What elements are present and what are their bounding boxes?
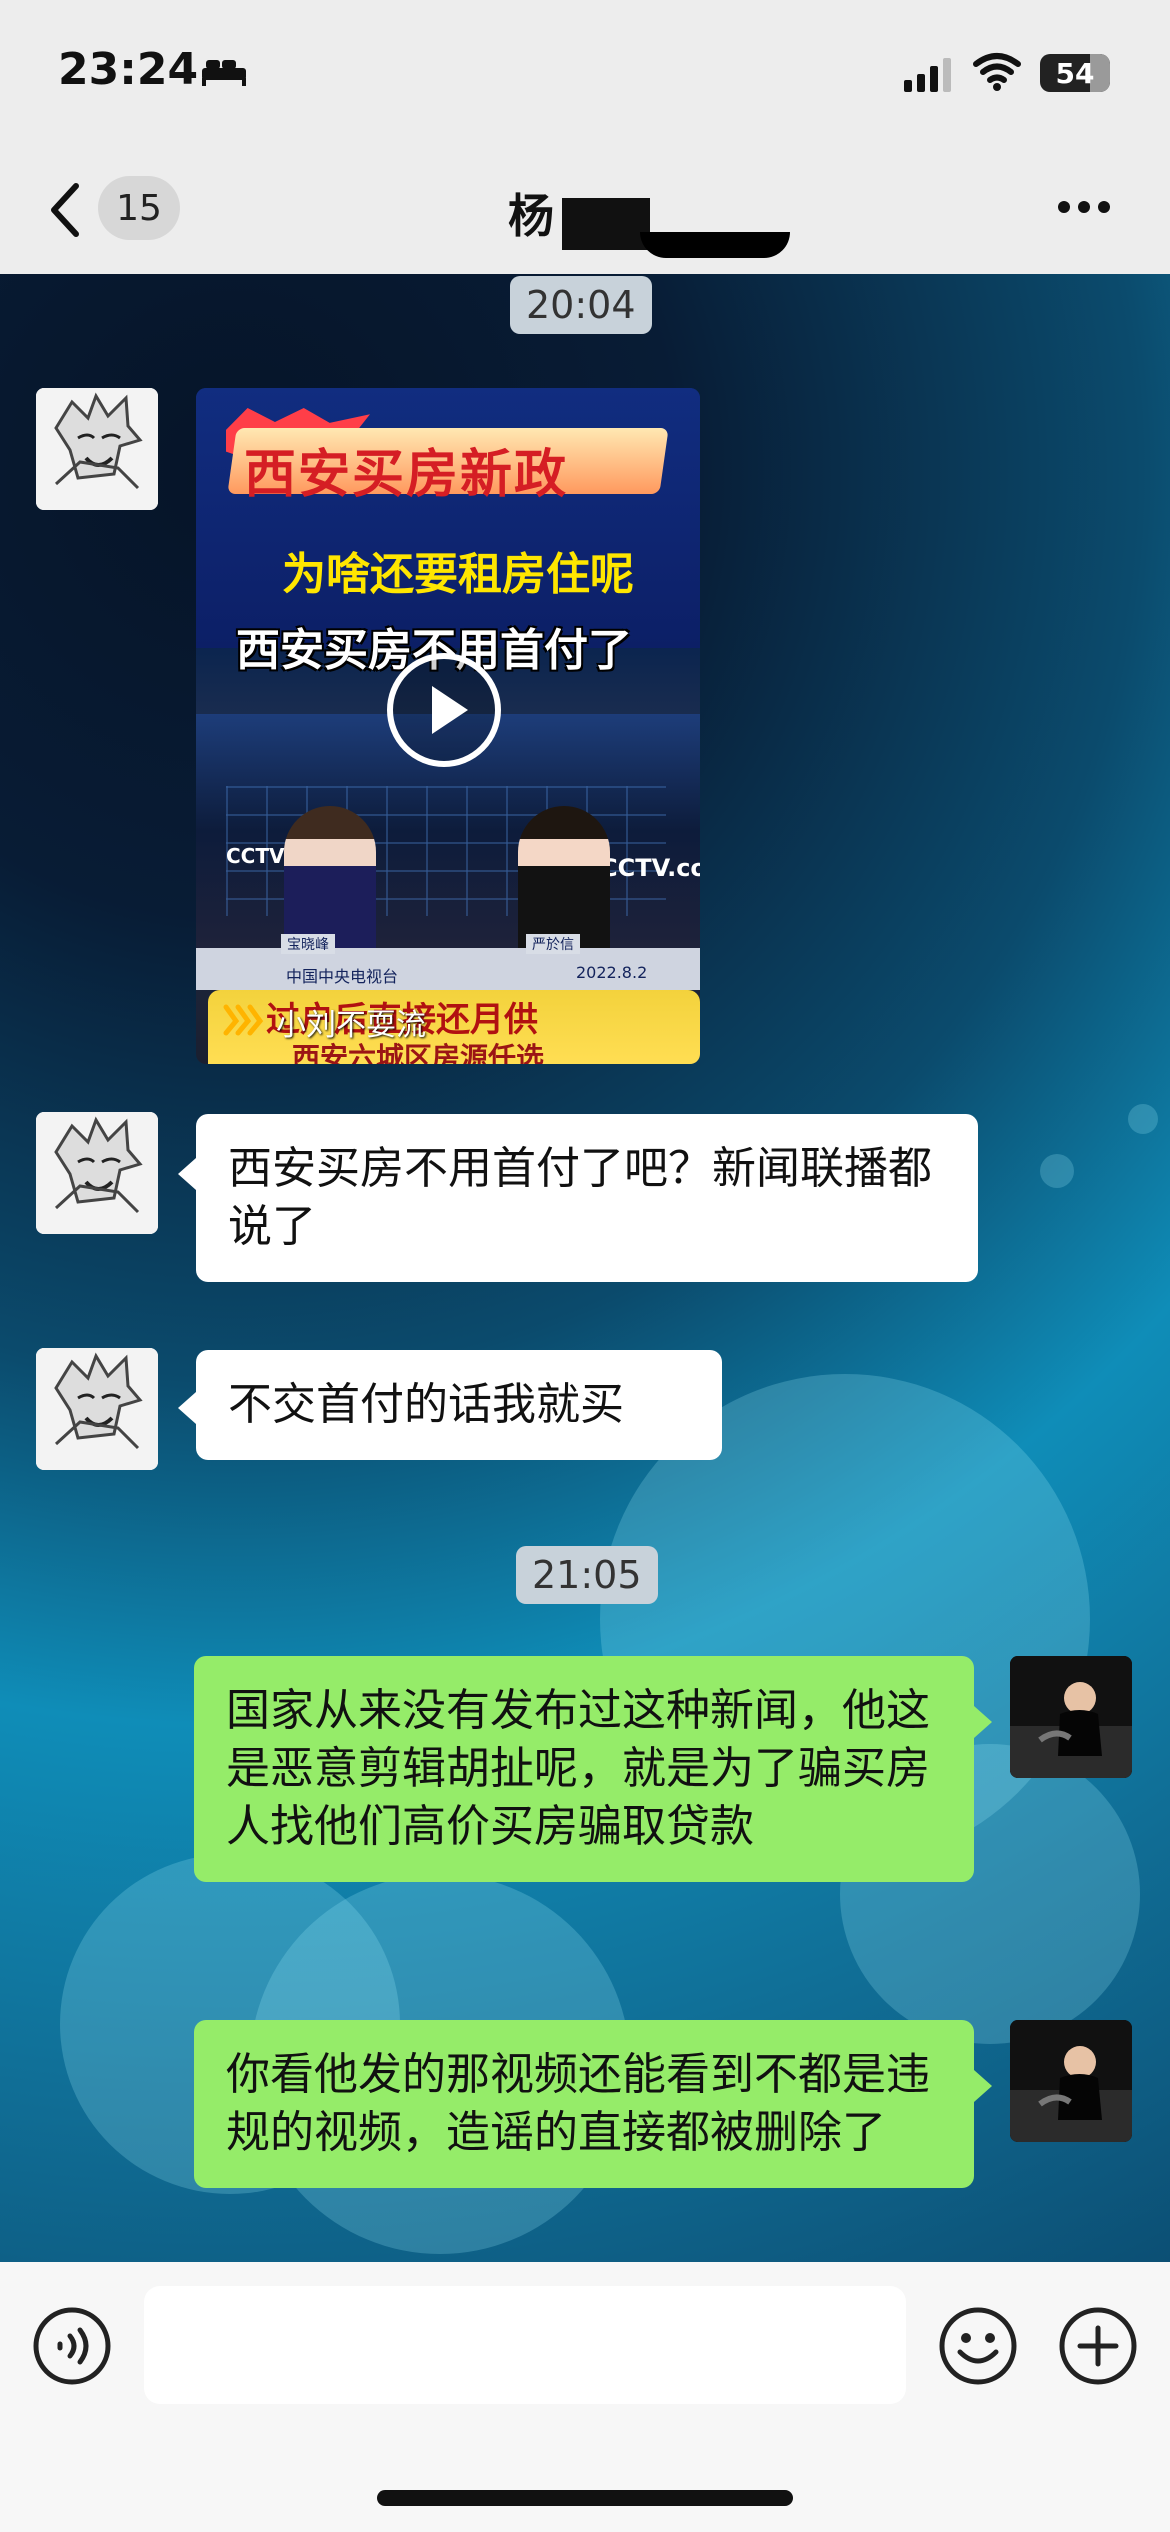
chat-area[interactable]: 20:04 西安买房新政 为啥还要租房住呢 西安买房不用首付了 CCTV 13 … <box>0 274 1170 2262</box>
unread-count-badge[interactable]: 15 <box>98 176 180 240</box>
person-avatar-icon <box>1010 1656 1132 1778</box>
avatar[interactable] <box>36 1348 158 1470</box>
bed-icon <box>202 60 246 86</box>
avatar[interactable] <box>36 388 158 510</box>
status-bar: 23:24 54 <box>0 0 1170 150</box>
video-title: 西安买房新政 <box>244 445 569 505</box>
timestamp: 20:04 <box>510 276 652 334</box>
chevron-left-icon[interactable] <box>46 180 86 240</box>
outgoing-message[interactable]: 国家从来没有发布过这种新闻，他这是恶意剪辑胡扯呢，就是为了骗买房人找他们高价买房… <box>194 1656 974 1882</box>
timestamp: 21:05 <box>516 1546 658 1604</box>
watermark-logo-icon <box>223 1004 264 1036</box>
more-icon[interactable] <box>1056 197 1112 217</box>
station-label: 中国中央电视台 <box>286 967 399 986</box>
title-redaction-block <box>562 198 650 250</box>
message-tail <box>974 2070 992 2102</box>
battery-text: 54 <box>1055 56 1095 90</box>
message-input[interactable] <box>144 2286 906 2404</box>
incoming-message[interactable]: 不交首付的话我就买 <box>196 1350 722 1460</box>
play-icon[interactable] <box>384 650 504 770</box>
signal-icon <box>904 58 951 92</box>
plus-icon[interactable] <box>1056 2304 1140 2388</box>
anime-avatar-icon <box>36 388 158 510</box>
message-tail <box>178 1392 196 1424</box>
message-tail <box>974 1706 992 1738</box>
title-redaction-curve <box>640 232 790 258</box>
anchor-right-name: 严於信 <box>526 934 580 954</box>
avatar[interactable] <box>1010 2020 1132 2142</box>
anime-avatar-icon <box>36 1348 158 1470</box>
video-watermark: 小刘不耍流 <box>276 1008 426 1043</box>
background-bubble <box>1128 1104 1158 1134</box>
avatar[interactable] <box>1010 1656 1132 1778</box>
incoming-message[interactable]: 西安买房不用首付了吧？新闻联播都说了 <box>196 1114 978 1282</box>
avatar[interactable] <box>36 1112 158 1234</box>
voice-icon[interactable] <box>30 2304 114 2388</box>
status-time: 23:24 <box>58 44 199 95</box>
anime-avatar-icon <box>36 1112 158 1234</box>
background-bubble <box>1040 1154 1074 1188</box>
outgoing-message[interactable]: 你看他发的那视频还能看到不都是违规的视频，造谣的直接都被删除了 <box>194 2020 974 2188</box>
chat-title: 杨 <box>508 189 554 243</box>
cctv-right-logo: CCTV.com <box>600 854 700 882</box>
home-indicator[interactable] <box>377 2490 793 2506</box>
person-avatar-icon <box>1010 2020 1132 2142</box>
message-tail <box>178 1158 196 1190</box>
emoji-icon[interactable] <box>936 2304 1020 2388</box>
anchor-left-name: 宝晓峰 <box>281 934 335 954</box>
wifi-icon <box>973 53 1021 91</box>
date-label: 2022.8.2 <box>576 963 648 982</box>
battery-indicator: 54 <box>1040 54 1110 92</box>
video-subtitle: 为啥还要租房住呢 <box>282 549 634 600</box>
video-message[interactable]: 西安买房新政 为啥还要租房住呢 西安买房不用首付了 CCTV 13 CCTV.c… <box>196 388 700 1064</box>
